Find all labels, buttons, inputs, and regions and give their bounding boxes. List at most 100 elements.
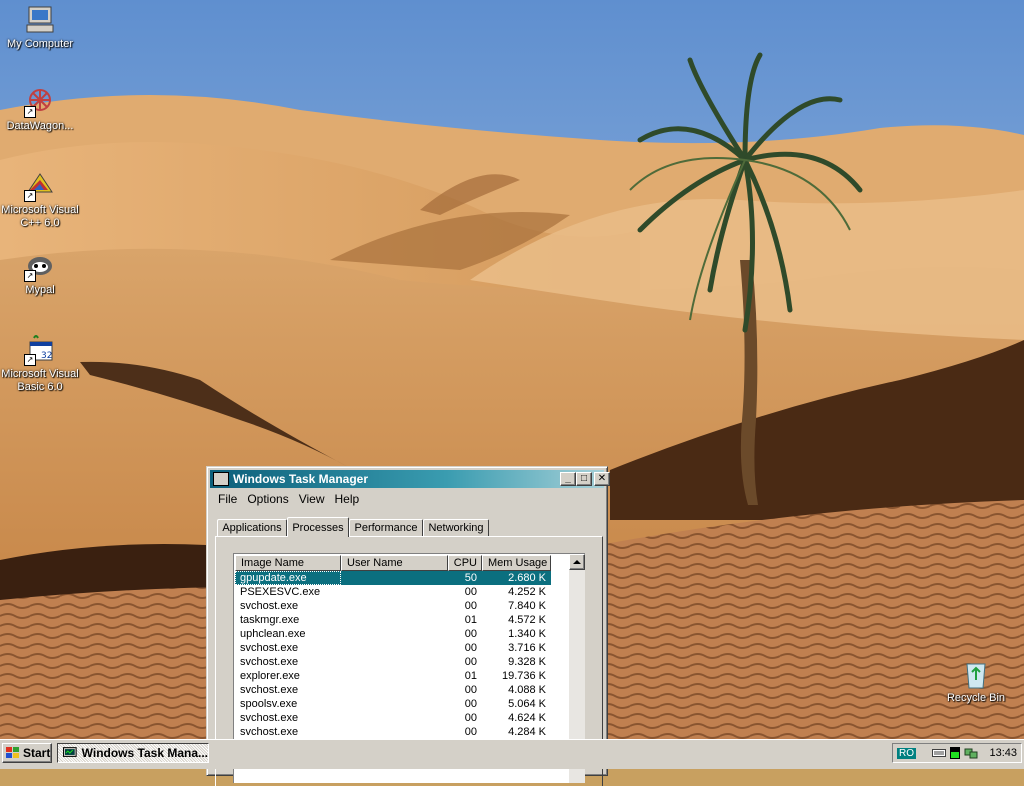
process-user xyxy=(341,697,448,711)
task-manager-icon xyxy=(63,747,77,757)
scroll-up-button[interactable] xyxy=(569,554,585,570)
taskbar-button-label: Windows Task Mana... xyxy=(81,746,208,760)
process-user xyxy=(341,613,448,627)
process-mem: 4.252 K xyxy=(508,586,546,598)
table-row[interactable]: uphclean.exe 00 1.340 K xyxy=(235,627,571,641)
desktop-icon-label: Microsoft Visual Basic 6.0 xyxy=(1,368,79,393)
process-mem: 1.340 K xyxy=(508,628,546,640)
table-row[interactable]: svchost.exe 00 7.840 K xyxy=(235,599,571,613)
process-user xyxy=(341,641,448,655)
shortcut-arrow-icon: ↗ xyxy=(24,354,36,366)
process-cpu: 00 xyxy=(464,656,477,668)
computer-icon xyxy=(24,4,56,36)
process-user xyxy=(341,725,448,739)
desktop-icon-label: Microsoft Visual C++ 6.0 xyxy=(1,204,79,229)
system-tray: RO 13:43 xyxy=(892,743,1022,763)
table-row[interactable]: taskmgr.exe 01 4.572 K xyxy=(235,613,571,627)
process-cpu: 01 xyxy=(464,614,477,626)
tab-performance[interactable]: Performance xyxy=(349,519,423,536)
process-user xyxy=(341,683,448,697)
desktop-icon-visual-cpp[interactable]: ↗ Microsoft Visual C++ 6.0 xyxy=(0,170,80,230)
datawagon-icon: ↗ xyxy=(24,86,56,118)
table-row[interactable]: PSEXESVC.exe 00 4.252 K xyxy=(235,585,571,599)
desktop-icon-datawagon[interactable]: ↗ DataWagon... xyxy=(0,86,80,133)
start-button[interactable]: Start xyxy=(2,743,52,763)
table-row[interactable]: gpupdate.exe 50 2.680 K xyxy=(235,571,571,585)
process-cpu: 00 xyxy=(464,642,477,654)
process-user xyxy=(341,585,448,599)
process-name: spoolsv.exe xyxy=(240,698,298,710)
process-name: PSEXESVC.exe xyxy=(240,586,321,598)
desktop-icon-my-computer[interactable]: My Computer xyxy=(0,4,80,51)
task-manager-cpu-icon[interactable] xyxy=(950,747,960,759)
process-cpu: 50 xyxy=(448,571,482,585)
column-cpu[interactable]: CPU xyxy=(448,555,482,571)
process-cpu: 00 xyxy=(464,726,477,738)
process-cpu: 01 xyxy=(464,670,477,682)
process-mem: 9.328 K xyxy=(508,656,546,668)
shortcut-arrow-icon: ↗ xyxy=(24,270,36,282)
desktop-icon-label: Mypal xyxy=(25,284,55,296)
process-cpu: 00 xyxy=(464,586,477,598)
table-row[interactable]: svchost.exe 00 4.088 K xyxy=(235,683,571,697)
desktop-icon-label: DataWagon... xyxy=(6,120,74,132)
process-mem: 4.624 K xyxy=(508,712,546,724)
shortcut-arrow-icon: ↗ xyxy=(24,106,36,118)
maximize-button[interactable]: □ xyxy=(576,472,592,486)
keyboard-icon[interactable] xyxy=(932,748,946,758)
window-titlebar[interactable]: Windows Task Manager _ □ ✕ xyxy=(210,470,610,488)
desktop-icon-recycle-bin[interactable]: Recycle Bin xyxy=(936,658,1016,705)
minimize-button[interactable]: _ xyxy=(560,472,576,486)
desktop-icon-label: Recycle Bin xyxy=(946,692,1006,704)
process-mem: 4.088 K xyxy=(508,684,546,696)
process-name: svchost.exe xyxy=(240,712,299,724)
arrow-up-icon xyxy=(573,560,581,564)
process-mem: 2.680 K xyxy=(482,571,551,585)
process-user xyxy=(341,599,448,613)
task-manager-window[interactable]: Windows Task Manager _ □ ✕ File Options … xyxy=(206,466,610,786)
process-user xyxy=(341,571,448,585)
taskbar-button-task-manager[interactable]: Windows Task Mana... xyxy=(57,743,209,763)
desktop-icon-visual-basic[interactable]: 32 ↗ Microsoft Visual Basic 6.0 xyxy=(0,334,80,394)
taskbar: Start Windows Task Mana... RO 13:43 xyxy=(0,739,1024,769)
process-mem: 19.736 K xyxy=(501,670,546,682)
table-row[interactable]: svchost.exe 00 9.328 K xyxy=(235,655,571,669)
visual-basic-icon: 32 ↗ xyxy=(24,334,56,366)
column-user-name[interactable]: User Name xyxy=(341,555,448,571)
tab-applications[interactable]: Applications xyxy=(217,519,287,536)
menu-help[interactable]: Help xyxy=(330,491,365,507)
visual-cpp-icon: ↗ xyxy=(24,170,56,202)
table-row[interactable]: explorer.exe 01 19.736 K xyxy=(235,669,571,683)
table-row[interactable]: spoolsv.exe 00 5.064 K xyxy=(235,697,571,711)
menu-view[interactable]: View xyxy=(294,491,330,507)
desktop-icon-label: My Computer xyxy=(6,38,74,50)
menu-options[interactable]: Options xyxy=(242,491,293,507)
process-cpu: 00 xyxy=(464,698,477,710)
process-mem: 3.716 K xyxy=(508,642,546,654)
task-manager-app-icon xyxy=(213,472,229,486)
process-name: svchost.exe xyxy=(240,642,299,654)
clock: 13:43 xyxy=(989,747,1017,759)
tab-networking[interactable]: Networking xyxy=(423,519,489,536)
process-name: svchost.exe xyxy=(240,656,299,668)
process-mem: 7.840 K xyxy=(508,600,546,612)
menu-file[interactable]: File xyxy=(213,491,242,507)
tab-processes[interactable]: Processes xyxy=(287,517,349,537)
process-user xyxy=(341,627,448,641)
network-icon[interactable] xyxy=(964,747,978,759)
process-name: svchost.exe xyxy=(240,684,299,696)
process-cpu: 00 xyxy=(464,684,477,696)
table-row[interactable]: svchost.exe 00 4.624 K xyxy=(235,711,571,725)
process-name: taskmgr.exe xyxy=(240,614,300,626)
mypal-icon: ↗ xyxy=(24,250,56,282)
table-row[interactable]: svchost.exe 00 3.716 K xyxy=(235,641,571,655)
process-cpu: 00 xyxy=(464,712,477,724)
column-image-name[interactable]: Image Name xyxy=(235,555,341,571)
process-name: explorer.exe xyxy=(240,670,300,682)
column-mem-usage[interactable]: Mem Usage xyxy=(482,555,551,571)
window-title: Windows Task Manager xyxy=(233,472,369,486)
close-button[interactable]: ✕ xyxy=(594,472,610,486)
language-indicator[interactable]: RO xyxy=(897,747,916,759)
desktop-icon-mypal[interactable]: ↗ Mypal xyxy=(0,250,80,297)
table-row[interactable]: svchost.exe 00 4.284 K xyxy=(235,725,571,739)
